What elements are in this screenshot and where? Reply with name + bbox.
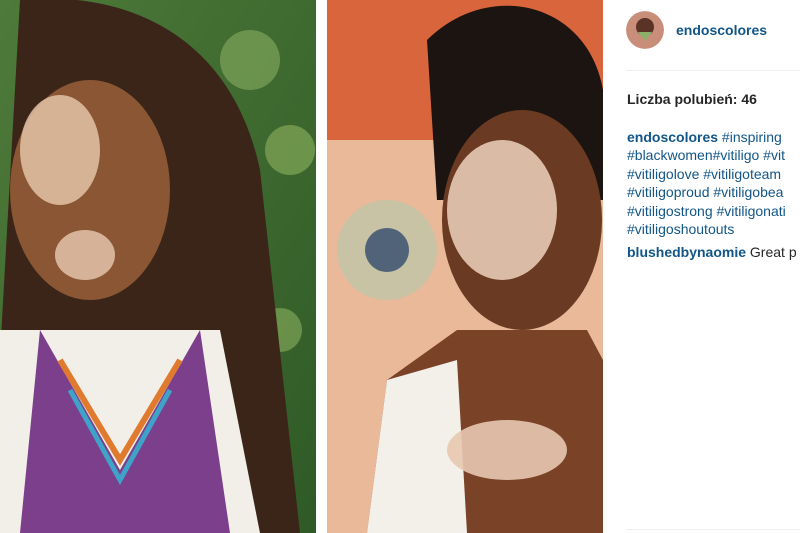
comment-item: blushedbynaomie Great p: [627, 244, 797, 260]
caption-line: endoscolores #inspiring: [627, 128, 800, 146]
post-header: endoscolores: [626, 10, 800, 50]
post-photo-left: [0, 0, 316, 533]
hashtag-line[interactable]: #blackwomen#vitiligo #vit: [627, 146, 800, 164]
profile-avatar-icon[interactable]: [626, 11, 664, 49]
post-caption: endoscolores #inspiring #blackwomen#viti…: [627, 128, 800, 238]
caption-author-link[interactable]: endoscolores: [627, 129, 718, 145]
post-photo-right: [327, 0, 603, 533]
username-link[interactable]: endoscolores: [676, 22, 767, 38]
hashtag-link[interactable]: #inspiring: [722, 129, 782, 145]
photo-divider: [316, 0, 327, 533]
footer-divider: [626, 529, 800, 530]
post-media[interactable]: [0, 0, 603, 533]
hashtag-line[interactable]: #vitiligolove #vitiligoteam: [627, 165, 800, 183]
hashtag-line[interactable]: #vitiligoshoutouts: [627, 220, 800, 238]
likes-count[interactable]: Liczba polubień: 46: [627, 91, 757, 107]
hashtag-line[interactable]: #vitiligoproud #vitiligobea: [627, 183, 800, 201]
header-divider: [626, 70, 800, 71]
comment-author-link[interactable]: blushedbynaomie: [627, 244, 746, 260]
comment-text: Great p: [746, 244, 797, 260]
post-details-panel: endoscolores Liczba polubień: 46 endosco…: [603, 0, 800, 533]
hashtag-line[interactable]: #vitiligostrong #vitiligonati: [627, 202, 800, 220]
